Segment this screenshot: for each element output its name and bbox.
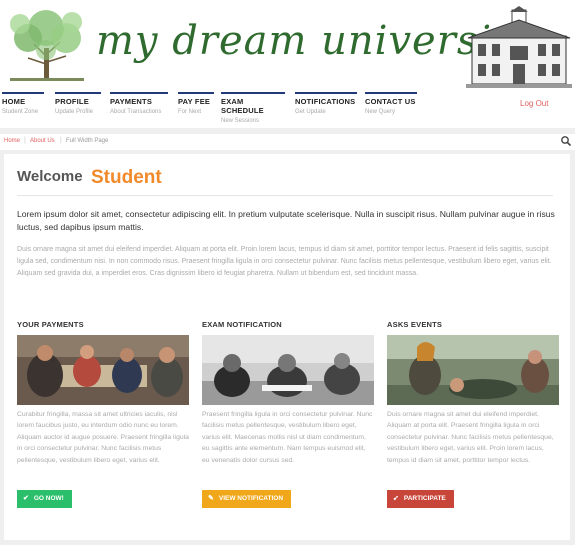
divider (17, 195, 553, 196)
go-now-button[interactable]: ✔ GO NOW! (17, 490, 72, 508)
button-label: PARTICIPATE (403, 495, 446, 502)
breadcrumb-current: Full Width Page (66, 138, 109, 144)
main-content: Welcome Student Lorem ipsum dolor sit am… (4, 154, 570, 540)
nav-item-label: CONTACT US (365, 97, 416, 106)
nav-item-sub: Get Update (295, 109, 326, 115)
search-icon[interactable] (560, 135, 572, 147)
breadcrumb-separator: | (24, 137, 26, 144)
nav-item-pay-fee[interactable]: PAY FEE For Next (178, 92, 214, 120)
pencil-icon: ✎ (208, 495, 214, 502)
nav-item-home[interactable]: HOME Student Zone (2, 92, 44, 120)
participate-button[interactable]: ➹ PARTICIPATE (387, 490, 454, 508)
site-header: my dream university (0, 0, 575, 88)
column-title: YOUR PAYMENTS (17, 320, 84, 329)
welcome-name: Student (91, 167, 162, 188)
column-text: Praesent fringilla ligula in orci consec… (202, 411, 373, 464)
nav-item-label: PAY FEE (178, 97, 211, 106)
button-label: GO NOW! (33, 495, 64, 502)
nav-item-label: NOTIFICATIONS (295, 97, 356, 106)
nav-item-sub: For Next (178, 109, 202, 115)
nav-item-contact-us[interactable]: CONTACT US New Query (365, 92, 417, 120)
nav-item-label: PROFILE (55, 97, 89, 106)
breadcrumb-separator: | (60, 137, 62, 144)
view-notification-button[interactable]: ✎ VIEW NOTIFICATION (202, 490, 292, 508)
payments-column: YOUR PAYMENTS Curabitur fringilla, massa… (17, 320, 189, 466)
nav-item-payments[interactable]: PAYMENTS About Transactions (110, 92, 168, 120)
main-nav: HOME Student Zone PROFILE Update Profile… (0, 92, 575, 124)
check-icon: ✔ (23, 495, 29, 502)
column-title: EXAM NOTIFICATION (202, 320, 282, 329)
breadcrumb-about[interactable]: About Us (30, 138, 55, 144)
nav-item-profile[interactable]: PROFILE Update Profile (55, 92, 101, 120)
logout-link[interactable]: Log Out (520, 99, 548, 108)
payments-photo (17, 335, 189, 405)
column-text: Curabitur fringilla, massa sit amet ultr… (17, 411, 189, 464)
nav-item-sub: Update Profile (55, 109, 94, 115)
breadcrumb-home[interactable]: Home (4, 138, 20, 144)
intro-lead: Lorem ipsum dolor sit amet, consectetur … (17, 209, 555, 232)
rocket-icon: ➹ (393, 495, 399, 502)
nav-item-label: PAYMENTS (110, 97, 153, 106)
nav-item-label: HOME (2, 97, 26, 106)
nav-item-sub: New Query (365, 109, 396, 115)
tree-logo-icon (10, 10, 84, 81)
nav-item-sub: About Transactions (110, 109, 162, 115)
nav-item-exam-schedule[interactable]: EXAM SCHEDULE New Sessions (221, 92, 285, 124)
nav-item-notifications[interactable]: NOTIFICATIONS Get Update (295, 92, 357, 120)
button-label: VIEW NOTIFICATION (218, 495, 284, 502)
nav-item-sub: Student Zone (2, 109, 39, 115)
nav-item-label: EXAM SCHEDULE (221, 97, 264, 115)
welcome-heading: Welcome (17, 168, 83, 185)
nav-item-sub: New Sessions (221, 118, 260, 124)
exam-photo (202, 335, 374, 405)
intro-body: Duis ornare magna sit amet dui eleifend … (17, 246, 552, 277)
events-photo (387, 335, 559, 405)
exam-column: EXAM NOTIFICATION Praesent fringilla lig… (202, 320, 374, 466)
school-building-icon (466, 6, 572, 88)
column-text: Duis ornare magna sit amet dui eleifend … (387, 411, 554, 464)
column-title: ASKS EVENTS (387, 320, 443, 329)
events-column: ASKS EVENTS Duis ornare magna sit amet d… (387, 320, 559, 466)
